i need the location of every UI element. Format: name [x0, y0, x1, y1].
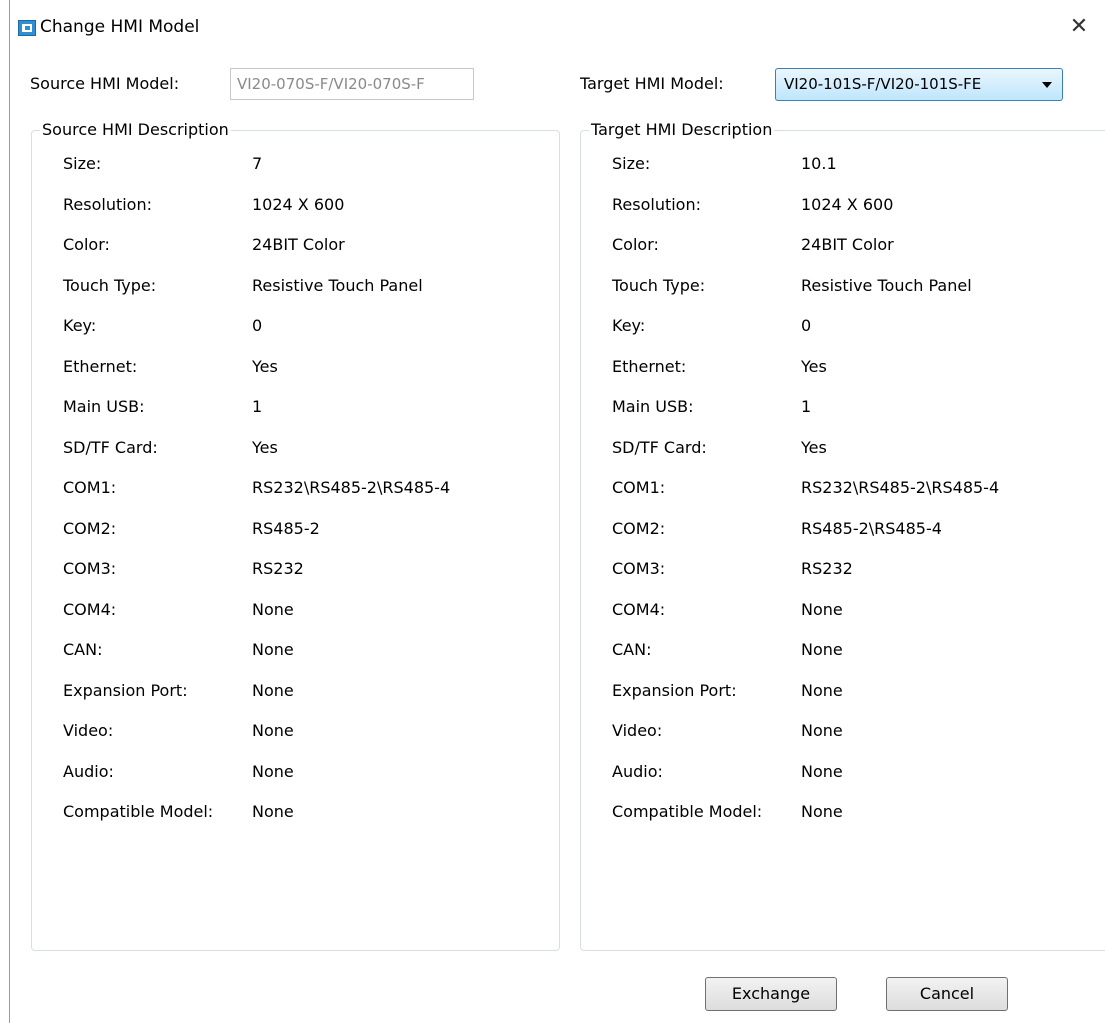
source-row-key: CAN:	[63, 640, 103, 659]
target-row-value: 1	[801, 397, 812, 416]
target-row-value: Yes	[801, 437, 827, 457]
target-row-value: RS232\RS485-2\RS485-4	[801, 478, 1000, 497]
target-row-value: RS485-2\RS485-4	[801, 518, 942, 538]
source-row-value: None	[252, 599, 294, 619]
target-row-key: Color:	[612, 235, 659, 254]
source-row-key: Compatible Model:	[63, 802, 214, 821]
target-row-value: None	[801, 802, 843, 821]
source-row-value: Resistive Touch Panel	[252, 275, 423, 295]
source-row-key: Size:	[63, 154, 102, 173]
target-row-key: SD/TF Card:	[612, 437, 707, 457]
source-row-value: None	[252, 721, 294, 740]
target-row-value: None	[801, 761, 843, 781]
target-row-value: 24BIT Color	[801, 235, 894, 254]
source-row-value: None	[252, 680, 294, 700]
source-description-title: Source HMI Description	[40, 119, 231, 141]
target-row-value: RS232	[801, 559, 853, 578]
source-row-value: RS232\RS485-2\RS485-4	[252, 478, 451, 497]
target-row-key: COM1:	[612, 478, 666, 497]
source-row-value: RS485-2	[252, 518, 320, 538]
source-row-key: Resolution:	[63, 194, 152, 214]
source-row-value: Yes	[252, 356, 278, 376]
source-row-key: SD/TF Card:	[63, 437, 158, 457]
target-row-value: None	[801, 599, 843, 619]
source-row-value: 0	[252, 316, 263, 335]
target-row-key: Ethernet:	[612, 356, 687, 376]
target-row-value: None	[801, 640, 843, 659]
target-row-value: 10.1	[801, 154, 837, 173]
target-model-select[interactable]: VI20-101S-F/VI20-101S-FE	[775, 68, 1063, 101]
target-row-value: None	[801, 721, 843, 740]
source-row-key: Expansion Port:	[63, 680, 188, 700]
cancel-button[interactable]: Cancel	[886, 977, 1008, 1011]
source-row-value: Yes	[252, 437, 278, 457]
source-row-value: 24BIT Color	[252, 235, 345, 254]
target-row-value: None	[801, 680, 843, 700]
chevron-down-icon	[1042, 82, 1052, 88]
target-row-key: Key:	[612, 316, 646, 335]
source-row-key: Touch Type:	[63, 275, 157, 295]
source-row-key: Main USB:	[63, 397, 145, 416]
target-row-key: Touch Type:	[612, 275, 706, 295]
app-icon	[18, 20, 36, 36]
target-row-key: CAN:	[612, 640, 652, 659]
target-row-key: Video:	[612, 721, 663, 740]
close-icon[interactable]: ✕	[1066, 14, 1092, 40]
change-hmi-model-dialog: Change HMI Model ✕ Source HMI Model: VI2…	[10, 0, 1105, 1023]
target-row-value: 0	[801, 316, 812, 335]
target-row-value: 1024 X 600	[801, 194, 894, 214]
target-row-key: Size:	[612, 154, 651, 173]
target-description-title: Target HMI Description	[589, 119, 775, 141]
source-row-key: Video:	[63, 721, 114, 740]
target-model-label: Target HMI Model:	[580, 74, 724, 93]
source-row-value: 1024 X 600	[252, 194, 345, 214]
source-row-key: Audio:	[63, 761, 114, 781]
target-row-key: Resolution:	[612, 194, 701, 214]
target-row-value: Yes	[801, 356, 827, 376]
target-row-value: Resistive Touch Panel	[801, 275, 972, 295]
source-row-value: RS232	[252, 559, 304, 578]
source-row-key: COM1:	[63, 478, 117, 497]
source-model-label: Source HMI Model:	[30, 74, 180, 93]
target-row-key: Expansion Port:	[612, 680, 737, 700]
source-row-key: Color:	[63, 235, 110, 254]
target-row-key: COM2:	[612, 518, 666, 538]
target-row-key: Main USB:	[612, 397, 694, 416]
target-row-key: COM3:	[612, 559, 666, 578]
source-row-key: COM4:	[63, 599, 117, 619]
target-row-key: Compatible Model:	[612, 802, 763, 821]
title-bar: Change HMI Model ✕	[10, 0, 1105, 52]
source-row-key: COM3:	[63, 559, 117, 578]
source-row-value: None	[252, 761, 294, 781]
target-model-selected: VI20-101S-F/VI20-101S-FE	[784, 75, 982, 93]
source-row-value: 1	[252, 397, 263, 416]
source-row-value: None	[252, 802, 294, 821]
dialog-title: Change HMI Model	[40, 17, 200, 37]
exchange-button[interactable]: Exchange	[705, 977, 837, 1011]
target-row-key: Audio:	[612, 761, 663, 781]
target-row-key: COM4:	[612, 599, 666, 619]
source-row-key: COM2:	[63, 518, 117, 538]
source-row-key: Ethernet:	[63, 356, 138, 376]
source-row-value: None	[252, 640, 294, 659]
source-row-key: Key:	[63, 316, 97, 335]
source-model-field: VI20-070S-F/VI20-070S-F	[230, 68, 474, 100]
source-row-value: 7	[252, 154, 263, 173]
